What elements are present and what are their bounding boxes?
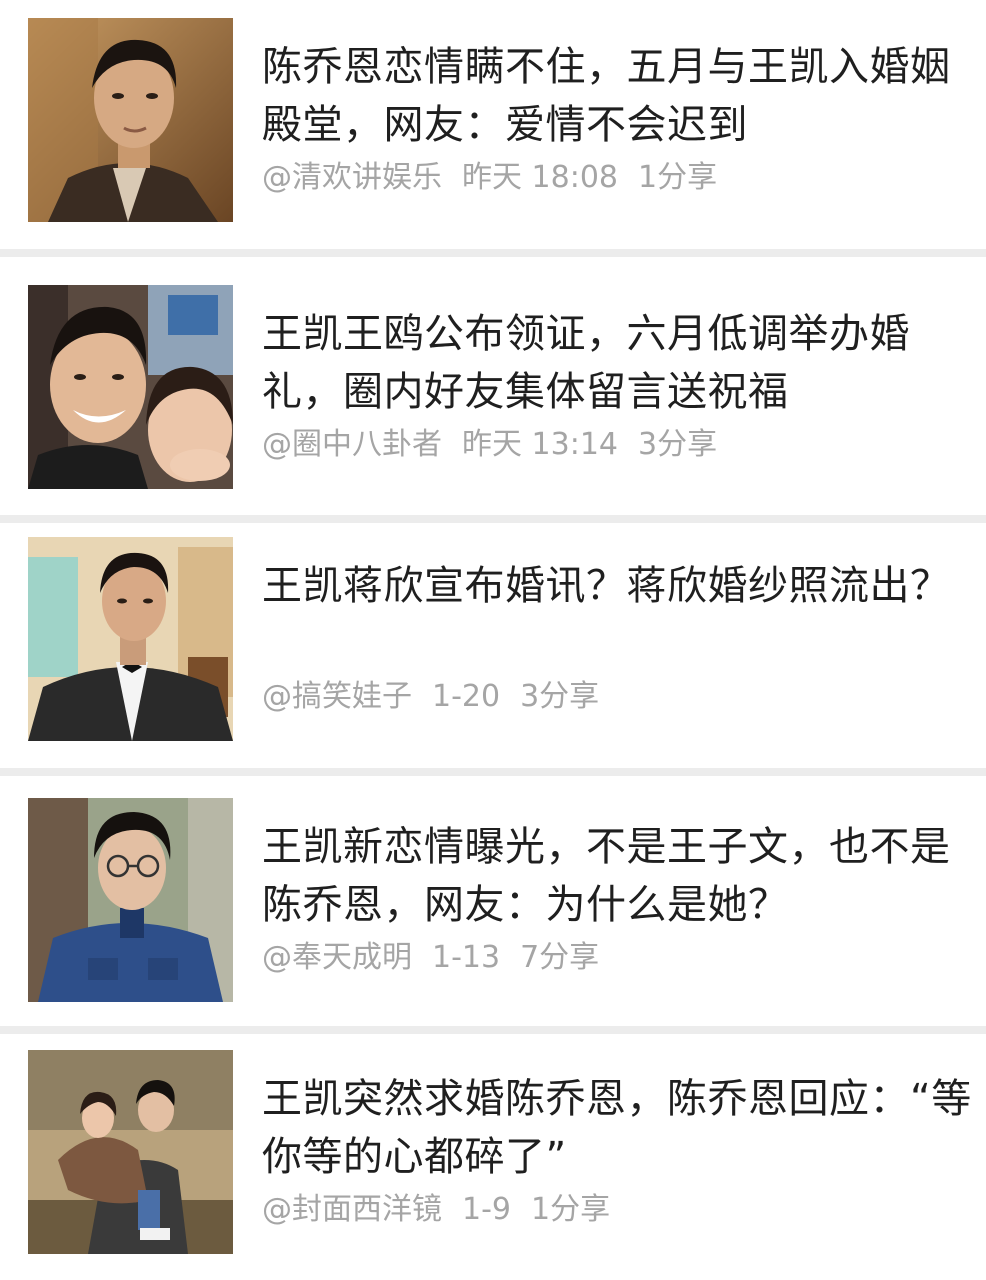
news-title[interactable]: 王凯突然求婚陈乔恩，陈乔恩回应：“等你等的心都碎了”: [262, 1070, 974, 1186]
photo-couple-carry-icon: [28, 1050, 233, 1254]
news-shares: 3分享: [638, 427, 718, 462]
photo-man-glasses-icon: [28, 798, 233, 1002]
news-time: 昨天 18:08: [462, 160, 618, 195]
photo-man-tuxedo-icon: [28, 537, 233, 741]
photo-man-portrait-icon: [28, 18, 233, 222]
news-shares: 3分享: [520, 679, 600, 714]
news-source[interactable]: @奉天成明: [262, 940, 412, 975]
news-item[interactable]: 陈乔恩恋情瞒不住，五月与王凯入婚姻殿堂，网友：爱情不会迟到 @清欢讲娱乐 昨天 1…: [0, 0, 986, 249]
news-meta: @封面西洋镜 1-9 1分享: [262, 1192, 630, 1228]
news-source[interactable]: @圈中八卦者: [262, 427, 442, 462]
news-meta: @圈中八卦者 昨天 13:14 3分享: [262, 427, 737, 463]
divider: [0, 249, 986, 257]
news-meta: @清欢讲娱乐 昨天 18:08 1分享: [262, 160, 737, 196]
news-meta: @奉天成明 1-13 7分享: [262, 940, 619, 976]
news-thumbnail[interactable]: [28, 798, 233, 1002]
news-time: 1-9: [462, 1192, 511, 1227]
news-item[interactable]: 王凯王鸥公布领证，六月低调举办婚礼，圈内好友集体留言送祝福 @圈中八卦者 昨天 1…: [0, 257, 986, 515]
divider: [0, 768, 986, 776]
news-source[interactable]: @清欢讲娱乐: [262, 160, 442, 195]
news-item[interactable]: 王凯蒋欣宣布婚讯？蒋欣婚纱照流出？ @搞笑娃子 1-20 3分享: [0, 523, 986, 768]
news-feed: 陈乔恩恋情瞒不住，五月与王凯入婚姻殿堂，网友：爱情不会迟到 @清欢讲娱乐 昨天 1…: [0, 0, 986, 1280]
news-title[interactable]: 陈乔恩恋情瞒不住，五月与王凯入婚姻殿堂，网友：爱情不会迟到: [262, 38, 974, 154]
divider: [0, 1026, 986, 1034]
news-thumbnail[interactable]: [28, 285, 233, 489]
news-title[interactable]: 王凯蒋欣宣布婚讯？蒋欣婚纱照流出？: [262, 557, 974, 615]
news-title[interactable]: 王凯新恋情曝光，不是王子文，也不是陈乔恩，网友：为什么是她？: [262, 818, 974, 934]
photo-couple-selfie-icon: [28, 285, 233, 489]
news-thumbnail[interactable]: [28, 1050, 233, 1254]
news-time: 1-20: [432, 679, 501, 714]
news-title[interactable]: 王凯王鸥公布领证，六月低调举办婚礼，圈内好友集体留言送祝福: [262, 305, 974, 421]
news-thumbnail[interactable]: [28, 18, 233, 222]
divider: [0, 515, 986, 523]
news-time: 昨天 13:14: [462, 427, 618, 462]
news-item[interactable]: 王凯突然求婚陈乔恩，陈乔恩回应：“等你等的心都碎了” @封面西洋镜 1-9 1分享: [0, 1034, 986, 1280]
news-meta: @搞笑娃子 1-20 3分享: [262, 679, 619, 715]
news-shares: 1分享: [531, 1192, 611, 1227]
news-thumbnail[interactable]: [28, 537, 233, 741]
news-time: 1-13: [432, 940, 501, 975]
news-shares: 1分享: [638, 160, 718, 195]
news-source[interactable]: @封面西洋镜: [262, 1192, 442, 1227]
news-source[interactable]: @搞笑娃子: [262, 679, 412, 714]
news-shares: 7分享: [520, 940, 600, 975]
news-item[interactable]: 王凯新恋情曝光，不是王子文，也不是陈乔恩，网友：为什么是她？ @奉天成明 1-13…: [0, 776, 986, 1026]
